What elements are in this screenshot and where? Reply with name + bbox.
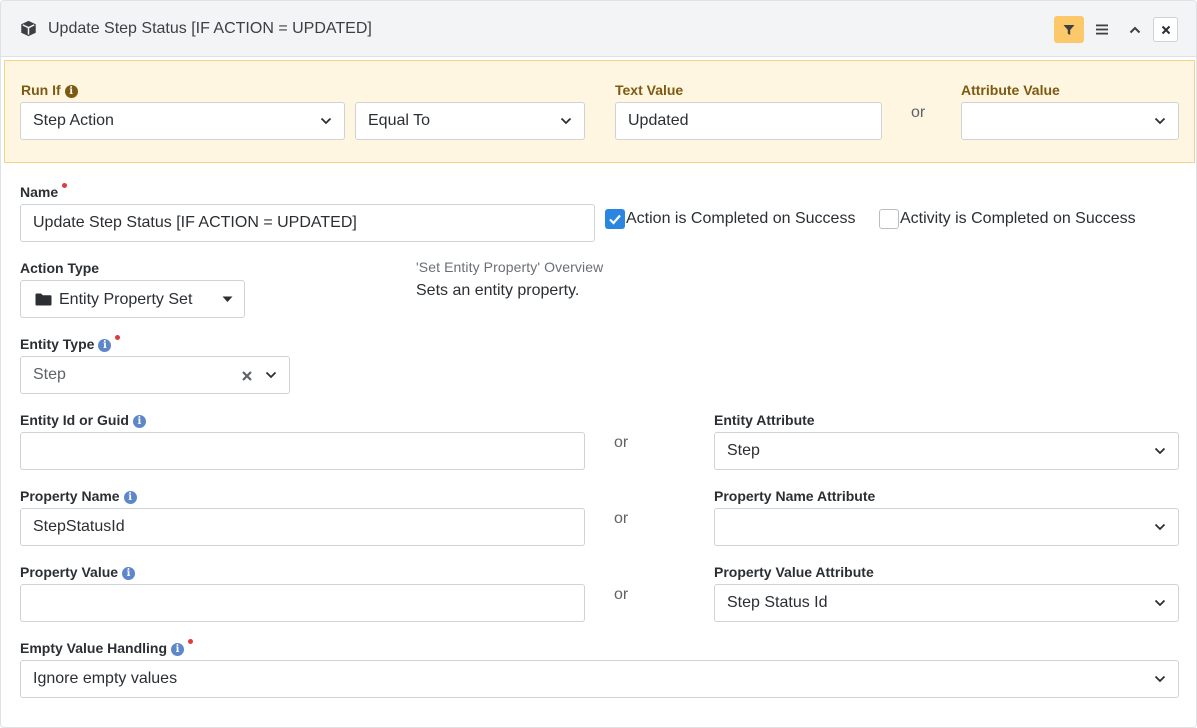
- required-indicator: [188, 639, 194, 644]
- entity-id-label: Entity Id or Guid i: [20, 411, 146, 429]
- action-type-label: Action Type: [20, 260, 100, 276]
- run-if-label: Run If i: [21, 81, 78, 99]
- property-value-attribute-select[interactable]: Step Status Id: [714, 584, 1179, 622]
- chevron-up-icon: [1129, 26, 1141, 33]
- action-panel: Update Step Status [IF ACTION = UPDATED]: [0, 0, 1197, 728]
- info-icon[interactable]: i: [132, 415, 146, 428]
- property-value-attribute-value: Step Status Id: [727, 594, 828, 611]
- chevron-down-icon: [1154, 523, 1166, 531]
- cube-icon: [21, 20, 36, 37]
- checkmark-icon: [609, 214, 621, 225]
- entity-type-value: Step: [33, 366, 66, 383]
- menu-button[interactable]: [1087, 16, 1117, 43]
- name-input[interactable]: Update Step Status [IF ACTION = UPDATED]: [20, 204, 595, 242]
- or-label: or: [614, 586, 629, 603]
- run-if-operator-value: Equal To: [368, 112, 430, 129]
- close-button[interactable]: [1153, 17, 1178, 42]
- filter-button[interactable]: [1054, 16, 1084, 43]
- property-value-attribute-label: Property Value Attribute: [714, 564, 874, 580]
- clear-icon[interactable]: [241, 370, 253, 382]
- run-if-operator-select[interactable]: Equal To: [355, 102, 585, 140]
- entity-type-select[interactable]: Step: [20, 356, 290, 394]
- empty-value-handling-label-text: Empty Value Handling: [20, 640, 168, 656]
- name-input-text: Update Step Status [IF ACTION = UPDATED]: [33, 214, 357, 231]
- empty-value-handling-select[interactable]: Ignore empty values: [20, 660, 1179, 698]
- action-completed-label[interactable]: Action is Completed on Success: [626, 209, 855, 229]
- entity-id-label-text: Entity Id or Guid: [20, 412, 129, 428]
- text-value-text: Updated: [628, 112, 689, 129]
- caret-down-icon: [222, 296, 233, 302]
- or-label: or: [614, 434, 629, 451]
- overview-title: 'Set Entity Property' Overview: [416, 259, 604, 275]
- entity-attribute-label: Entity Attribute: [714, 412, 815, 428]
- chevron-down-icon: [265, 371, 277, 379]
- or-label: or: [911, 104, 926, 121]
- folder-icon: [35, 293, 52, 306]
- attribute-value-select[interactable]: [961, 102, 1179, 140]
- run-if-attribute-select[interactable]: Step Action: [20, 102, 345, 140]
- property-name-label: Property Name i: [20, 487, 137, 505]
- required-indicator: [115, 335, 121, 340]
- name-label-text: Name: [20, 184, 59, 200]
- overview-text: Sets an entity property.: [416, 282, 580, 299]
- panel-header: Update Step Status [IF ACTION = UPDATED]: [1, 1, 1196, 57]
- entity-attribute-value: Step: [727, 442, 760, 459]
- property-value-label: Property Value i: [20, 563, 136, 581]
- activity-completed-checkbox[interactable]: [879, 209, 899, 229]
- action-type-value: Entity Property Set: [59, 291, 193, 308]
- info-icon[interactable]: i: [171, 643, 185, 656]
- entity-type-label: Entity Type i: [20, 335, 121, 353]
- close-icon: [1161, 25, 1170, 34]
- property-name-attribute-select[interactable]: [714, 508, 1179, 546]
- menu-icon: [1096, 24, 1108, 35]
- property-name-label-text: Property Name: [20, 488, 120, 504]
- text-value-label: Text Value: [615, 82, 684, 98]
- chevron-down-icon: [560, 117, 572, 125]
- property-name-input[interactable]: StepStatusId: [20, 508, 585, 546]
- activity-completed-label[interactable]: Activity is Completed on Success: [900, 209, 1136, 229]
- attribute-value-label: Attribute Value: [961, 82, 1060, 98]
- run-if-attribute-value: Step Action: [33, 112, 114, 129]
- entity-attribute-select[interactable]: Step: [714, 432, 1179, 470]
- info-icon[interactable]: i: [122, 567, 136, 580]
- action-type-dropdown[interactable]: Entity Property Set: [20, 280, 245, 318]
- or-label: or: [614, 510, 629, 527]
- chevron-down-icon: [1154, 599, 1166, 607]
- entity-id-input[interactable]: [20, 432, 585, 470]
- collapse-button[interactable]: [1120, 16, 1150, 43]
- empty-value-handling-value: Ignore empty values: [33, 670, 178, 687]
- property-value-input[interactable]: [20, 584, 585, 622]
- chevron-down-icon: [1154, 117, 1166, 125]
- required-indicator: [62, 183, 68, 188]
- chevron-down-icon: [1154, 675, 1166, 683]
- property-value-label-text: Property Value: [20, 564, 119, 580]
- chevron-down-icon: [1154, 447, 1166, 455]
- info-icon[interactable]: i: [98, 339, 112, 352]
- run-if-label-text: Run If: [21, 82, 61, 98]
- info-icon[interactable]: i: [64, 85, 78, 98]
- name-label: Name: [20, 183, 68, 201]
- chevron-down-icon: [320, 117, 332, 125]
- property-name-attribute-label: Property Name Attribute: [714, 488, 876, 504]
- empty-value-handling-label: Empty Value Handling i: [20, 639, 194, 657]
- info-icon[interactable]: i: [123, 491, 137, 504]
- panel-title: Update Step Status [IF ACTION = UPDATED]: [48, 20, 372, 37]
- text-value-input[interactable]: Updated: [615, 102, 882, 140]
- property-name-text: StepStatusId: [33, 518, 125, 535]
- entity-type-label-text: Entity Type: [20, 336, 95, 352]
- action-completed-checkbox[interactable]: [605, 209, 625, 229]
- filter-icon: [1063, 24, 1075, 35]
- run-if-section: Run If i Step Action Equal To Text Value …: [4, 60, 1195, 163]
